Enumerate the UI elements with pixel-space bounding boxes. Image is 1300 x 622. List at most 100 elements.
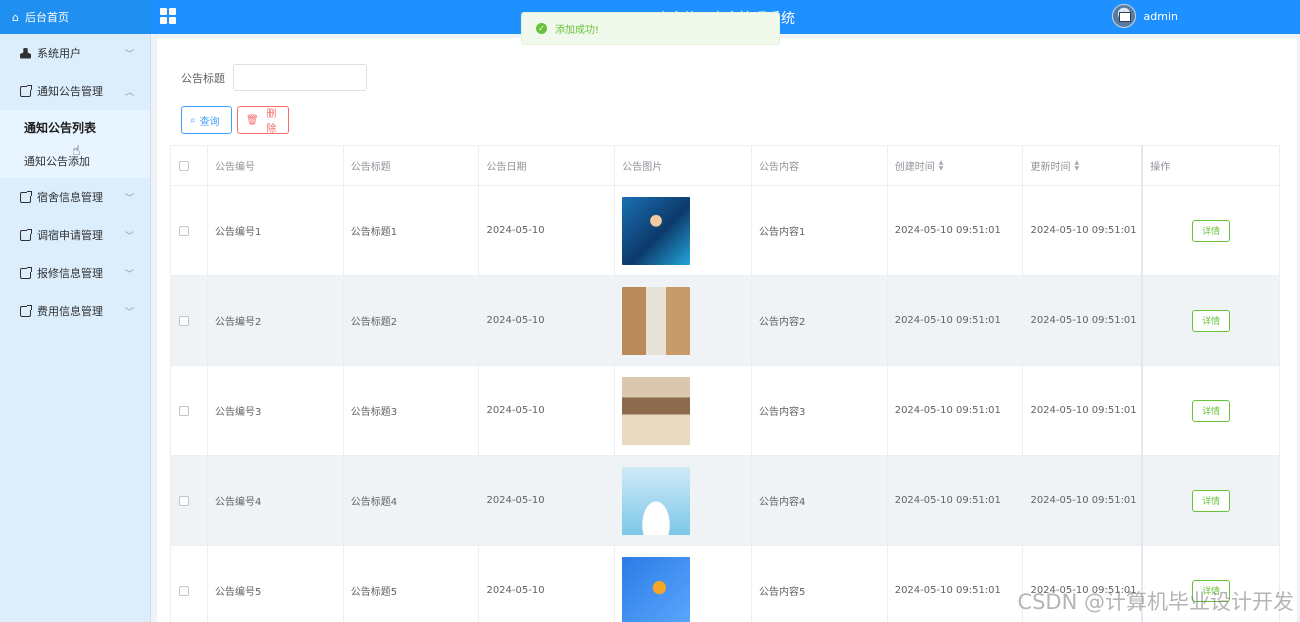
notice-image[interactable] [622, 466, 691, 535]
sidebar-item-label: 费用信息管理 [37, 305, 103, 318]
column-header: 操作 [1150, 162, 1171, 173]
cell-date: 2024-05-10 [479, 186, 616, 275]
cell-updated: 2024-05-10 09:51:01 [1023, 186, 1144, 275]
column-header: 公告日期 [479, 146, 616, 185]
detail-button[interactable]: 详情 [1192, 309, 1231, 332]
trash-icon: 🗑 [246, 114, 259, 126]
sidebar-item-dorm[interactable]: 宿舍信息管理 ﹀ [0, 178, 150, 216]
sidebar: 系统用户 ﹀ 通知公告管理 ︿ 通知公告列表 通知公告添加 宿舍信息管理 ﹀ 调… [0, 34, 151, 622]
cell-created: 2024-05-10 09:51:01 [888, 456, 1024, 545]
chevron-down-icon: ﹀ [124, 194, 134, 204]
cell-created: 2024-05-10 09:51:01 [888, 546, 1024, 622]
detail-button[interactable]: 详情 [1192, 399, 1231, 422]
cell-title: 公告标题5 [344, 546, 480, 622]
chevron-up-icon: ︿ [124, 88, 134, 98]
chevron-down-icon: ﹀ [124, 308, 134, 318]
cell-actions: 详情 [1143, 186, 1279, 275]
detail-button[interactable]: 详情 [1192, 219, 1231, 242]
column-header: 公告编号 [208, 146, 344, 185]
sidebar-item-notice[interactable]: 通知公告管理 ︿ [0, 72, 150, 110]
cell-id: 公告编号4 [208, 456, 344, 545]
column-header-updated[interactable]: 更新时间 ▲ ▼ [1023, 146, 1144, 185]
cell-title: 公告标题1 [344, 186, 480, 275]
cell-image [615, 456, 752, 545]
sort-icon[interactable]: ▲ ▼ [1074, 159, 1079, 172]
watermark: CSDN @计算机毕业设计开发 [1017, 590, 1294, 614]
column-header: 公告标题 [344, 146, 480, 185]
cell-updated: 2024-05-10 09:51:01 [1023, 456, 1144, 545]
user-menu[interactable]: admin [1111, 4, 1178, 28]
row-checkbox[interactable] [179, 585, 189, 596]
main-panel: 公告标题 ⌕ 查询 🗑 删除 公告编号 公告标题 公告日期 公告图片 公告内容 … [157, 38, 1297, 622]
row-select-cell [171, 456, 208, 545]
notice-image[interactable] [622, 286, 691, 355]
document-icon [20, 190, 32, 203]
select-all-cell [171, 146, 208, 185]
cell-content: 公告内容5 [752, 546, 888, 622]
document-icon [20, 84, 32, 97]
cell-actions: 详情 [1143, 366, 1279, 455]
cell-updated: 2024-05-10 09:51:01 [1023, 276, 1144, 365]
sidebar-item-label: 报修信息管理 [37, 267, 103, 280]
chevron-down-icon: ﹀ [124, 232, 134, 242]
select-all-checkbox[interactable] [179, 160, 189, 171]
user-icon [20, 47, 31, 59]
table-row: 公告编号2 公告标题2 2024-05-10 公告内容2 2024-05-10 … [171, 276, 1279, 366]
column-header: 公告内容 [752, 146, 888, 185]
row-select-cell [171, 186, 208, 275]
sidebar-item-system-users[interactable]: 系统用户 ﹀ [0, 34, 150, 72]
chevron-down-icon: ﹀ [124, 50, 134, 60]
cell-actions: 详情 [1143, 456, 1279, 545]
row-checkbox[interactable] [179, 225, 189, 236]
delete-button[interactable]: 🗑 删除 [237, 106, 289, 135]
column-header: 公告图片 [615, 146, 752, 185]
notice-image[interactable] [622, 196, 691, 265]
column-header-label: 更新时间 [1030, 162, 1071, 173]
cell-title: 公告标题4 [344, 456, 480, 545]
sidebar-item-label: 宿舍信息管理 [37, 191, 103, 204]
notice-image[interactable] [622, 376, 691, 445]
action-buttons: ⌕ 查询 🗑 删除 [181, 106, 289, 135]
sort-icon[interactable]: ▲ ▼ [939, 159, 944, 172]
table-header: 公告编号 公告标题 公告日期 公告图片 公告内容 创建时间 ▲ ▼ 更新时间 ▲ ▼ 操… [171, 146, 1279, 186]
notice-image[interactable] [622, 556, 691, 622]
sidebar-item-label: 系统用户 [37, 47, 81, 60]
document-icon [20, 266, 32, 279]
column-header-created[interactable]: 创建时间 ▲ ▼ [888, 146, 1024, 185]
cell-actions: 详情 [1143, 276, 1279, 365]
title-search-input[interactable] [233, 64, 367, 91]
chevron-down-icon: ﹀ [124, 270, 134, 280]
row-checkbox[interactable] [179, 315, 189, 326]
detail-button[interactable]: 详情 [1192, 489, 1231, 512]
cell-image [615, 366, 752, 455]
cell-created: 2024-05-10 09:51:01 [888, 276, 1024, 365]
sidebar-item-label: 调宿申请管理 [37, 229, 103, 242]
submenu-item-notice-list[interactable]: 通知公告列表 [0, 110, 150, 144]
cell-id: 公告编号3 [208, 366, 344, 455]
row-select-cell [171, 546, 208, 622]
cell-date: 2024-05-10 [479, 546, 616, 622]
cell-id: 公告编号2 [208, 276, 344, 365]
row-checkbox[interactable] [179, 405, 189, 416]
document-icon [20, 304, 32, 317]
table-row: 公告编号4 公告标题4 2024-05-10 公告内容4 2024-05-10 … [171, 456, 1279, 546]
cell-created: 2024-05-10 09:51:01 [888, 366, 1024, 455]
sidebar-item-fees[interactable]: 费用信息管理 ﹀ [0, 292, 150, 330]
search-icon: ⌕ [190, 114, 196, 126]
success-toast: ✓ 添加成功! [521, 12, 780, 45]
row-checkbox[interactable] [179, 495, 189, 506]
cell-title: 公告标题3 [344, 366, 480, 455]
sidebar-item-label: 通知公告管理 [37, 85, 103, 98]
sidebar-item-repair[interactable]: 报修信息管理 ﹀ [0, 254, 150, 292]
cell-updated: 2024-05-10 09:51:01 [1023, 366, 1144, 455]
cell-date: 2024-05-10 [479, 456, 616, 545]
sidebar-item-transfer[interactable]: 调宿申请管理 ﹀ [0, 216, 150, 254]
fixed-column-divider [1141, 145, 1143, 622]
username: admin [1143, 9, 1178, 23]
column-header-label: 创建时间 [894, 162, 935, 173]
delete-label: 删除 [266, 109, 277, 135]
cell-image [615, 186, 752, 275]
query-label: 查询 [199, 116, 220, 128]
document-icon [20, 228, 32, 241]
query-button[interactable]: ⌕ 查询 [181, 106, 232, 134]
